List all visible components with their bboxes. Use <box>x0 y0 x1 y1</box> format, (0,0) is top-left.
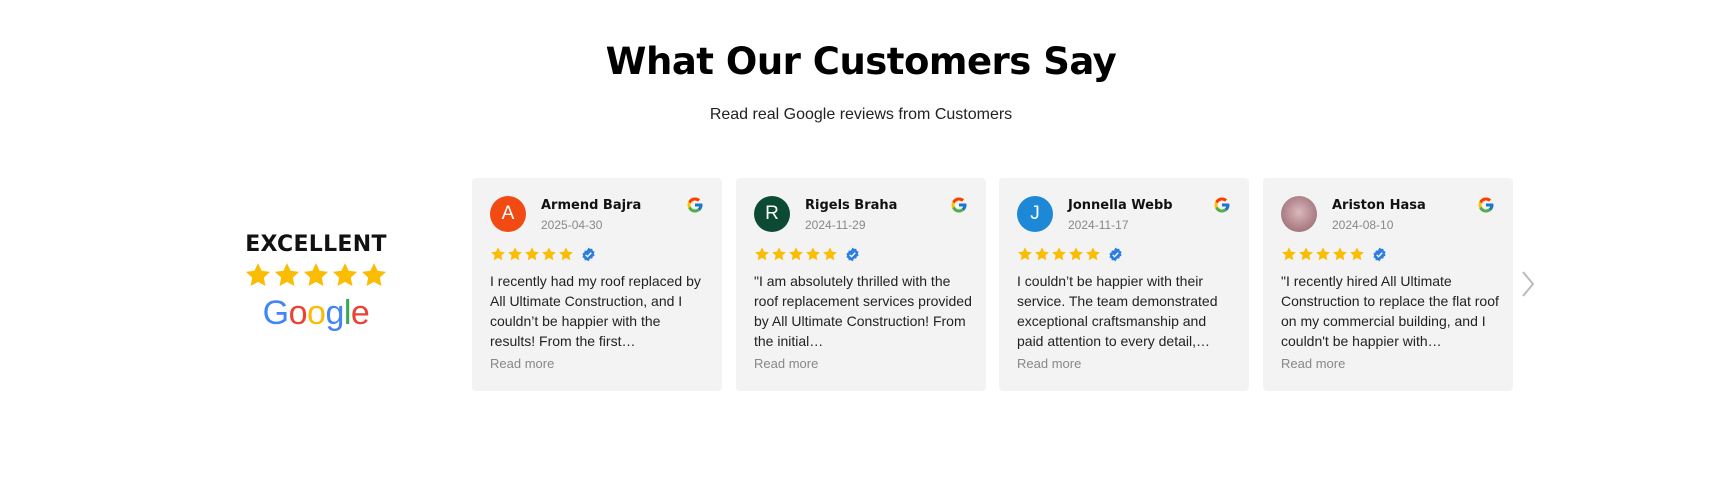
star-icon <box>332 263 358 286</box>
star-icon <box>789 247 803 261</box>
star-icon <box>1052 247 1066 261</box>
review-card: A Armend Bajra 2025-04-30 I recently had… <box>472 178 722 391</box>
reviewer-name: Jonnella Webb <box>1068 198 1173 213</box>
verified-badge-icon <box>1373 247 1386 261</box>
review-date: 2024-11-29 <box>805 218 866 232</box>
chevron-right-icon[interactable] <box>1521 270 1535 298</box>
verified-badge-icon <box>846 247 859 261</box>
star-icon <box>1018 247 1032 261</box>
google-g-icon <box>687 197 703 213</box>
section-title: What Our Customers Say <box>605 40 1117 83</box>
review-text: I couldn’t be happier with their service… <box>1017 273 1218 349</box>
read-more-link[interactable]: Read more <box>1017 356 1081 371</box>
reviewer-name: Rigels Braha <box>805 198 898 213</box>
google-g-icon <box>1214 197 1230 213</box>
star-icon <box>1069 247 1083 261</box>
verified-badge-icon <box>582 247 595 261</box>
star-icon <box>525 247 539 261</box>
card-stars <box>1281 246 1387 262</box>
star-icon <box>823 247 837 261</box>
section-subtitle: Read real Google reviews from Customers <box>709 106 1013 123</box>
star-icon <box>772 247 786 261</box>
star-icon <box>1282 247 1296 261</box>
verified-badge-icon <box>1109 247 1122 261</box>
review-card: J Jonnella Webb 2024-11-17 I couldn’t be… <box>999 178 1249 391</box>
avatar: A <box>490 196 526 232</box>
read-more-link[interactable]: Read more <box>1281 356 1345 371</box>
read-more-link[interactable]: Read more <box>754 356 818 371</box>
review-text: I recently had my roof replaced by All U… <box>490 273 701 349</box>
star-icon <box>559 247 573 261</box>
star-icon <box>361 263 387 286</box>
star-icon <box>303 263 329 286</box>
star-icon <box>1350 247 1364 261</box>
review-card: R Rigels Braha 2024-11-29 "I am absolute… <box>736 178 986 391</box>
star-icon <box>755 247 769 261</box>
avatar: J <box>1017 196 1053 232</box>
star-icon <box>806 247 820 261</box>
review-date: 2024-11-17 <box>1068 218 1129 232</box>
rating-label: EXCELLENT <box>245 232 387 257</box>
rating-summary: EXCELLENT Google <box>236 232 396 333</box>
card-stars <box>754 246 860 262</box>
reviewer-name: Ariston Hasa <box>1332 198 1426 213</box>
star-icon <box>245 263 271 286</box>
read-more-link[interactable]: Read more <box>490 356 554 371</box>
google-g-icon <box>1478 197 1494 213</box>
google-g-icon <box>951 197 967 213</box>
avatar: R <box>754 196 790 232</box>
review-text: "I am absolutely thrilled with the roof … <box>754 273 972 349</box>
star-icon <box>274 263 300 286</box>
review-text: "I recently hired All Ultimate Construct… <box>1281 273 1499 349</box>
star-icon <box>542 247 556 261</box>
star-icon <box>1316 247 1330 261</box>
reviewer-name: Armend Bajra <box>541 198 642 213</box>
review-card: Ariston Hasa 2024-08-10 "I recently hire… <box>1263 178 1513 391</box>
card-stars <box>490 246 596 262</box>
star-icon <box>1086 247 1100 261</box>
star-icon <box>1333 247 1347 261</box>
star-icon <box>508 247 522 261</box>
star-icon <box>1299 247 1313 261</box>
card-stars <box>1017 246 1123 262</box>
review-date: 2024-08-10 <box>1332 218 1394 232</box>
summary-stars <box>236 261 396 289</box>
review-date: 2025-04-30 <box>541 218 603 232</box>
google-logo: Google <box>262 294 370 332</box>
star-icon <box>491 247 505 261</box>
star-icon <box>1035 247 1049 261</box>
avatar-photo <box>1281 196 1317 232</box>
